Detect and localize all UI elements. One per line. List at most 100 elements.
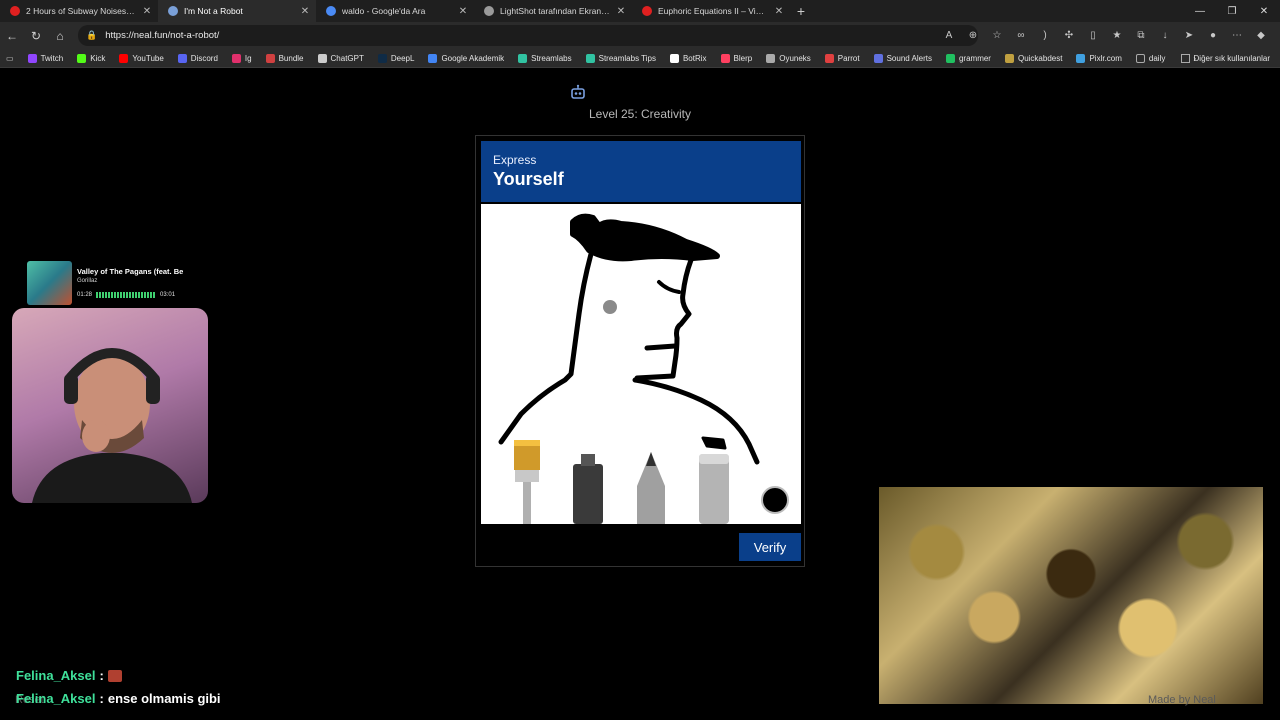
bookmark-kick[interactable]: Kick	[77, 53, 105, 63]
quickabdest-icon	[1004, 53, 1014, 63]
downloads-icon[interactable]: ↓	[1156, 25, 1174, 46]
bookmark-deepl[interactable]: DeepL	[377, 53, 414, 63]
bookmark-bundle[interactable]: Bundle	[265, 53, 304, 63]
tab-title: LightShot tarafından Ekran Görün	[500, 6, 610, 16]
bookmark-label: Streamlabs	[531, 53, 572, 63]
close-icon[interactable]: ✕	[142, 6, 152, 17]
robot-icon	[571, 84, 585, 99]
bookmark-label: Streamlabs Tips	[598, 53, 656, 63]
bookmark-botrix[interactable]: BotRix	[669, 53, 707, 63]
address-bar-row: ← ↻ ⌂ 🔒 https://neal.fun/not-a-robot/ A …	[0, 22, 1280, 49]
url-text: https://neal.fun/not-a-robot/	[105, 30, 220, 41]
profile-avatar-icon[interactable]: ●	[1204, 25, 1222, 46]
captcha-instruction-small: Express	[493, 153, 537, 167]
more-menu-icon[interactable]: ⋯	[1228, 25, 1246, 46]
tab-google-waldo[interactable]: waldo - Google'da Ara ✕	[316, 0, 474, 22]
close-icon[interactable]: ✕	[616, 6, 626, 17]
bookmark-twitch[interactable]: Twitch	[27, 53, 63, 63]
drawing-canvas[interactable]	[481, 204, 801, 524]
bookmark-parrot[interactable]: Parrot	[824, 53, 860, 63]
tab-bar: 2 Hours of Subway Noises and R ✕ I'm Not…	[0, 0, 1280, 22]
botrix-icon	[669, 53, 679, 63]
close-icon[interactable]: ✕	[300, 6, 310, 17]
pencil-tool[interactable]	[637, 452, 665, 524]
drawing-face	[634, 257, 694, 381]
bookmark-ig[interactable]: Ig	[231, 53, 252, 63]
close-icon[interactable]: ✕	[774, 6, 784, 17]
drawing-collar	[701, 436, 727, 450]
color-picker-button[interactable]	[761, 486, 789, 514]
bookmark-label: BotRix	[682, 53, 707, 63]
url-field[interactable]: 🔒 https://neal.fun/not-a-robot/	[78, 25, 978, 46]
bookmark-streamlabs[interactable]: Streamlabs	[518, 53, 572, 63]
bookmark-grammer[interactable]: grammer	[945, 53, 991, 63]
captcha-instruction-big: Yourself	[493, 169, 564, 189]
favorite-star-icon[interactable]: ☆	[988, 25, 1006, 46]
minimize-icon[interactable]: —	[1184, 0, 1216, 22]
extensions-icon[interactable]: ∞	[1012, 25, 1030, 46]
audio-waveform	[96, 292, 157, 298]
tab-title: waldo - Google'da Ara	[342, 6, 426, 16]
refresh-icon[interactable]: ↻	[24, 24, 48, 48]
bookmark-discord[interactable]: Discord	[177, 53, 218, 63]
chat-text: ense olmamis gibi	[107, 691, 221, 706]
spray-can-tool[interactable]	[573, 454, 603, 524]
song-total: 03:01	[160, 292, 176, 298]
bookmark-blerp[interactable]: Blerp	[720, 53, 753, 63]
drawing	[498, 213, 789, 524]
eraser-tool[interactable]	[699, 454, 729, 524]
bookmark-quickabdest[interactable]: Quickabdest	[1004, 53, 1062, 63]
chat-separator: :	[99, 691, 104, 706]
bookmark-oyuneks[interactable]: Oyuneks	[766, 53, 811, 63]
tab-title: Euphoric Equations II – Visua	[658, 6, 768, 16]
tab-lightshot[interactable]: LightShot tarafından Ekran Görün ✕	[474, 0, 632, 22]
streamer-silhouette	[32, 348, 192, 503]
bookmark-sound-alerts[interactable]: Sound Alerts	[873, 53, 932, 63]
made-by-link[interactable]: Made by Neal	[1148, 694, 1216, 706]
chat-emote-icon	[107, 669, 122, 682]
close-window-icon[interactable]: ✕	[1248, 0, 1280, 22]
verify-button[interactable]: Verify	[739, 533, 801, 561]
bookmark-google-akademik[interactable]: Google Akademik	[428, 53, 504, 63]
new-tab-button[interactable]: +	[790, 0, 812, 22]
home-icon[interactable]: ⌂	[48, 24, 72, 48]
maximize-icon[interactable]: ❐	[1216, 0, 1248, 22]
bookmark-chatgpt[interactable]: ChatGPT	[317, 53, 364, 63]
other-favorites[interactable]: Diğer sık kullanılanlar	[1180, 49, 1270, 68]
back-icon[interactable]: ←	[0, 24, 24, 48]
tab-title: 2 Hours of Subway Noises and R	[26, 6, 136, 16]
tab-not-a-robot[interactable]: I'm Not a Robot ✕	[158, 0, 316, 22]
read-aloud-icon[interactable]: )	[1036, 25, 1054, 46]
share-icon[interactable]: ➤	[1180, 25, 1198, 46]
favorites-icon[interactable]: ★	[1108, 25, 1126, 46]
copilot-icon[interactable]: ◆	[1252, 25, 1270, 46]
fractal-video-overlay	[879, 487, 1263, 704]
split-screen-icon[interactable]: ▯	[1084, 25, 1102, 46]
bookmark-label: Parrot	[837, 53, 860, 63]
bookmark-streamlabs-tips[interactable]: Streamlabs Tips	[585, 53, 656, 63]
bookmark-pixlr[interactable]: Pixlr.com	[1076, 53, 1122, 63]
bookmark-label: daily	[1148, 53, 1166, 63]
now-playing-info: Valley of The Pagans (feat. Be Gorillaz …	[77, 261, 185, 305]
now-playing-widget: Valley of The Pagans (feat. Be Gorillaz …	[27, 261, 187, 305]
bookmark-label: Blerp	[733, 53, 753, 63]
tab-euphoric[interactable]: Euphoric Equations II – Visua ✕	[632, 0, 790, 22]
puzzle-icon[interactable]: ✣	[1060, 25, 1078, 46]
bookmark-youtube[interactable]: YouTube	[119, 53, 164, 63]
bookmark-label: Ig	[244, 53, 252, 63]
streamlabs-icon	[518, 53, 528, 63]
song-title: Valley of The Pagans (feat. Be	[77, 267, 184, 276]
youtube-icon	[10, 6, 20, 16]
zoom-icon[interactable]: ⊕	[964, 25, 982, 46]
tab-title: I'm Not a Robot	[184, 6, 243, 16]
bookmark-daily[interactable]: daily	[1135, 53, 1166, 63]
tab-subway[interactable]: 2 Hours of Subway Noises and R ✕	[0, 0, 158, 22]
close-icon[interactable]: ✕	[458, 6, 468, 17]
translate-icon[interactable]: A	[940, 25, 958, 46]
paintbrush-tool[interactable]	[514, 440, 540, 524]
collections-icon[interactable]: ⧉	[1132, 25, 1150, 46]
bookmark-apps-icon[interactable]: ▭	[6, 54, 14, 63]
toolbar-icons: A ⊕ ☆ ∞ ) ✣ ▯ ★ ⧉ ↓ ➤ ● ⋯ ◆	[940, 25, 1270, 46]
deepl-icon	[377, 53, 387, 63]
oyuneks-icon	[766, 53, 776, 63]
